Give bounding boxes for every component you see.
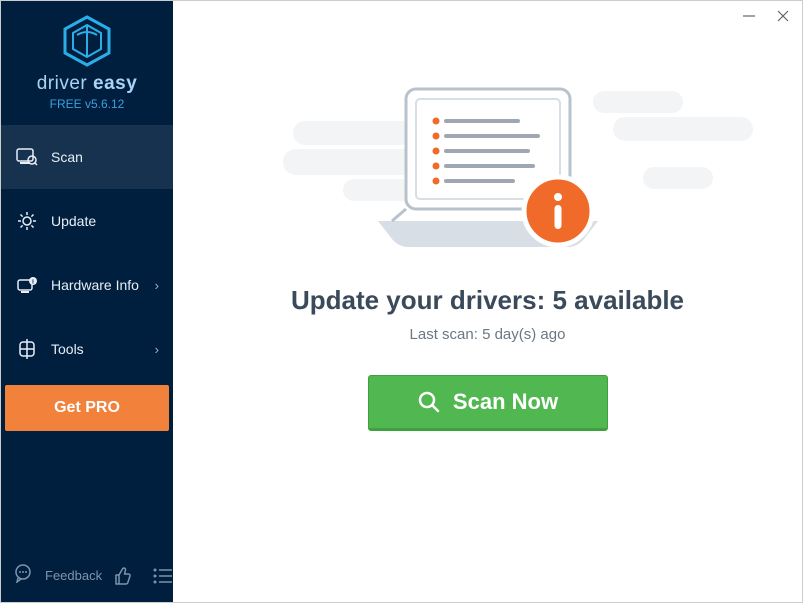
sidebar-item-hardware[interactable]: i Hardware Info › [1, 253, 173, 317]
logo-area: driver easy FREE v5.6.12 [1, 1, 173, 119]
close-button[interactable] [774, 7, 792, 25]
sidebar-item-tools[interactable]: Tools › [1, 317, 173, 381]
feedback-label[interactable]: Feedback [45, 568, 102, 583]
tools-icon [15, 337, 39, 361]
chevron-right-icon: › [155, 278, 159, 293]
menu-list-icon[interactable] [152, 567, 174, 585]
cta-label: Scan Now [453, 389, 558, 415]
get-pro-button[interactable]: Get PRO [5, 385, 169, 431]
illustration-area [173, 71, 802, 281]
sidebar-item-scan[interactable]: Scan [1, 125, 173, 189]
gear-icon [15, 209, 39, 233]
app-logo-icon [59, 15, 115, 67]
sidebar-footer: Feedback [1, 553, 173, 602]
last-scan-text: Last scan: 5 day(s) ago [173, 326, 802, 343]
sidebar: driver easy FREE v5.6.12 Scan Update i [1, 1, 173, 602]
main-pane: Update your drivers: 5 available Last sc… [173, 1, 802, 602]
minimize-button[interactable] [740, 7, 758, 25]
sidebar-nav: Scan Update i Hardware Info › Tools [1, 125, 173, 381]
sidebar-item-label: Update [51, 213, 96, 229]
chevron-right-icon: › [155, 342, 159, 357]
scan-icon [15, 145, 39, 169]
headline-text: Update your drivers: 5 available [173, 285, 802, 316]
sidebar-item-label: Hardware Info [51, 277, 139, 293]
hardware-icon: i [15, 273, 39, 297]
version-label: FREE v5.6.12 [1, 97, 173, 111]
sidebar-item-update[interactable]: Update [1, 189, 173, 253]
brand-name: driver easy [1, 73, 173, 95]
thumbs-up-icon[interactable] [112, 565, 134, 587]
sidebar-item-label: Scan [51, 149, 83, 165]
window-controls [740, 7, 792, 25]
feedback-icon[interactable] [13, 563, 33, 588]
search-icon [417, 390, 441, 414]
scan-now-button[interactable]: Scan Now [368, 375, 608, 431]
laptop-illustration-icon [358, 81, 618, 271]
sidebar-item-label: Tools [51, 341, 84, 357]
